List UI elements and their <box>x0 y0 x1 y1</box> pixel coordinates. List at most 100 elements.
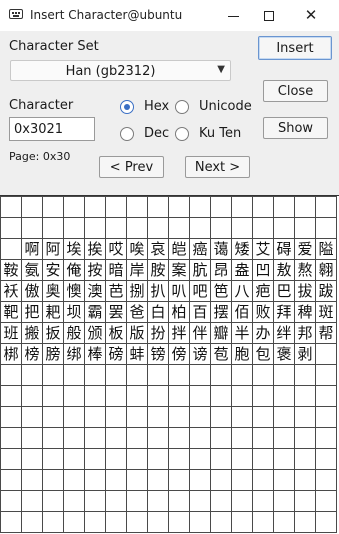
char-cell[interactable] <box>147 406 169 428</box>
char-cell[interactable]: 巴 <box>273 280 295 302</box>
char-cell[interactable] <box>168 448 190 470</box>
char-cell[interactable] <box>231 511 253 533</box>
char-cell[interactable]: 叭 <box>168 280 190 302</box>
char-cell[interactable] <box>273 385 295 407</box>
char-cell[interactable]: 霸 <box>84 301 106 323</box>
char-cell[interactable] <box>84 448 106 470</box>
char-cell[interactable] <box>63 490 85 512</box>
char-cell[interactable] <box>168 406 190 428</box>
insert-button[interactable]: Insert <box>258 36 332 60</box>
char-cell[interactable] <box>231 469 253 491</box>
char-cell[interactable] <box>210 196 232 218</box>
char-cell[interactable] <box>273 448 295 470</box>
char-cell[interactable]: 蔼 <box>210 238 232 260</box>
char-cell[interactable] <box>126 385 148 407</box>
char-cell[interactable]: 搬 <box>21 322 43 344</box>
char-cell[interactable] <box>315 385 337 407</box>
char-cell[interactable]: 懊 <box>63 280 85 302</box>
char-cell[interactable]: 坝 <box>63 301 85 323</box>
char-cell[interactable]: 帮 <box>315 322 337 344</box>
char-cell[interactable]: 癌 <box>189 238 211 260</box>
char-cell[interactable] <box>147 196 169 218</box>
char-cell[interactable] <box>105 427 127 449</box>
char-cell[interactable]: 拌 <box>168 322 190 344</box>
char-cell[interactable]: 矮 <box>231 238 253 260</box>
char-cell[interactable] <box>0 385 22 407</box>
char-cell[interactable] <box>231 196 253 218</box>
char-cell[interactable] <box>252 364 274 386</box>
char-cell[interactable]: 般 <box>63 322 85 344</box>
char-cell[interactable]: 哀 <box>147 238 169 260</box>
char-cell[interactable] <box>42 196 64 218</box>
char-cell[interactable] <box>252 448 274 470</box>
char-cell[interactable] <box>0 406 22 428</box>
radio-kuten[interactable] <box>175 127 189 141</box>
char-cell[interactable] <box>84 511 106 533</box>
char-cell[interactable] <box>294 511 316 533</box>
char-cell[interactable] <box>126 511 148 533</box>
char-cell[interactable] <box>189 448 211 470</box>
char-cell[interactable] <box>210 490 232 512</box>
char-cell[interactable] <box>231 217 253 239</box>
char-cell[interactable]: 版 <box>126 322 148 344</box>
char-cell[interactable]: 扳 <box>42 322 64 344</box>
char-cell[interactable] <box>126 406 148 428</box>
char-cell[interactable] <box>63 469 85 491</box>
char-cell[interactable]: 蚌 <box>126 343 148 365</box>
char-cell[interactable]: 昂 <box>210 259 232 281</box>
char-cell[interactable] <box>63 196 85 218</box>
character-code-input[interactable]: 0x3021 <box>9 117 95 141</box>
char-cell[interactable] <box>168 469 190 491</box>
char-cell[interactable] <box>105 469 127 491</box>
char-cell[interactable]: 褒 <box>273 343 295 365</box>
radio-unicode[interactable] <box>175 100 189 114</box>
char-cell[interactable] <box>0 196 22 218</box>
char-cell[interactable] <box>63 511 85 533</box>
char-cell[interactable] <box>168 364 190 386</box>
char-cell[interactable]: 八 <box>231 280 253 302</box>
char-cell[interactable] <box>189 196 211 218</box>
char-cell[interactable] <box>252 196 274 218</box>
char-cell[interactable] <box>147 385 169 407</box>
char-cell[interactable] <box>21 364 43 386</box>
char-cell[interactable] <box>210 385 232 407</box>
char-cell[interactable]: 百 <box>189 301 211 323</box>
char-cell[interactable]: 镑 <box>147 343 169 365</box>
char-cell[interactable]: 扮 <box>147 322 169 344</box>
close-window-button[interactable]: ✕ <box>293 0 329 31</box>
char-cell[interactable]: 柏 <box>168 301 190 323</box>
char-cell[interactable]: 绑 <box>63 343 85 365</box>
char-cell[interactable]: 剥 <box>294 343 316 365</box>
char-cell[interactable] <box>210 217 232 239</box>
char-cell[interactable]: 凹 <box>252 259 274 281</box>
char-cell[interactable]: 吧 <box>189 280 211 302</box>
char-cell[interactable] <box>105 490 127 512</box>
char-cell[interactable]: 胺 <box>147 259 169 281</box>
char-cell[interactable] <box>168 427 190 449</box>
char-cell[interactable]: 罢 <box>105 301 127 323</box>
char-cell[interactable] <box>273 406 295 428</box>
char-cell[interactable] <box>252 385 274 407</box>
char-cell[interactable] <box>273 217 295 239</box>
char-cell[interactable] <box>126 196 148 218</box>
char-cell[interactable] <box>273 490 295 512</box>
char-cell[interactable]: 隘 <box>315 238 337 260</box>
char-cell[interactable] <box>231 490 253 512</box>
char-cell[interactable] <box>105 364 127 386</box>
char-cell[interactable]: 办 <box>252 322 274 344</box>
char-cell[interactable] <box>294 196 316 218</box>
char-cell[interactable]: 阿 <box>42 238 64 260</box>
char-cell[interactable]: 挨 <box>84 238 106 260</box>
char-cell[interactable] <box>42 217 64 239</box>
char-cell[interactable] <box>294 427 316 449</box>
char-cell[interactable] <box>42 427 64 449</box>
char-cell[interactable] <box>189 385 211 407</box>
char-cell[interactable]: 膀 <box>42 343 64 365</box>
char-cell[interactable] <box>252 490 274 512</box>
char-cell[interactable]: 按 <box>84 259 106 281</box>
char-cell[interactable] <box>105 448 127 470</box>
char-cell[interactable] <box>210 448 232 470</box>
maximize-button[interactable] <box>251 0 287 31</box>
char-cell[interactable] <box>84 217 106 239</box>
char-cell[interactable]: 爸 <box>126 301 148 323</box>
